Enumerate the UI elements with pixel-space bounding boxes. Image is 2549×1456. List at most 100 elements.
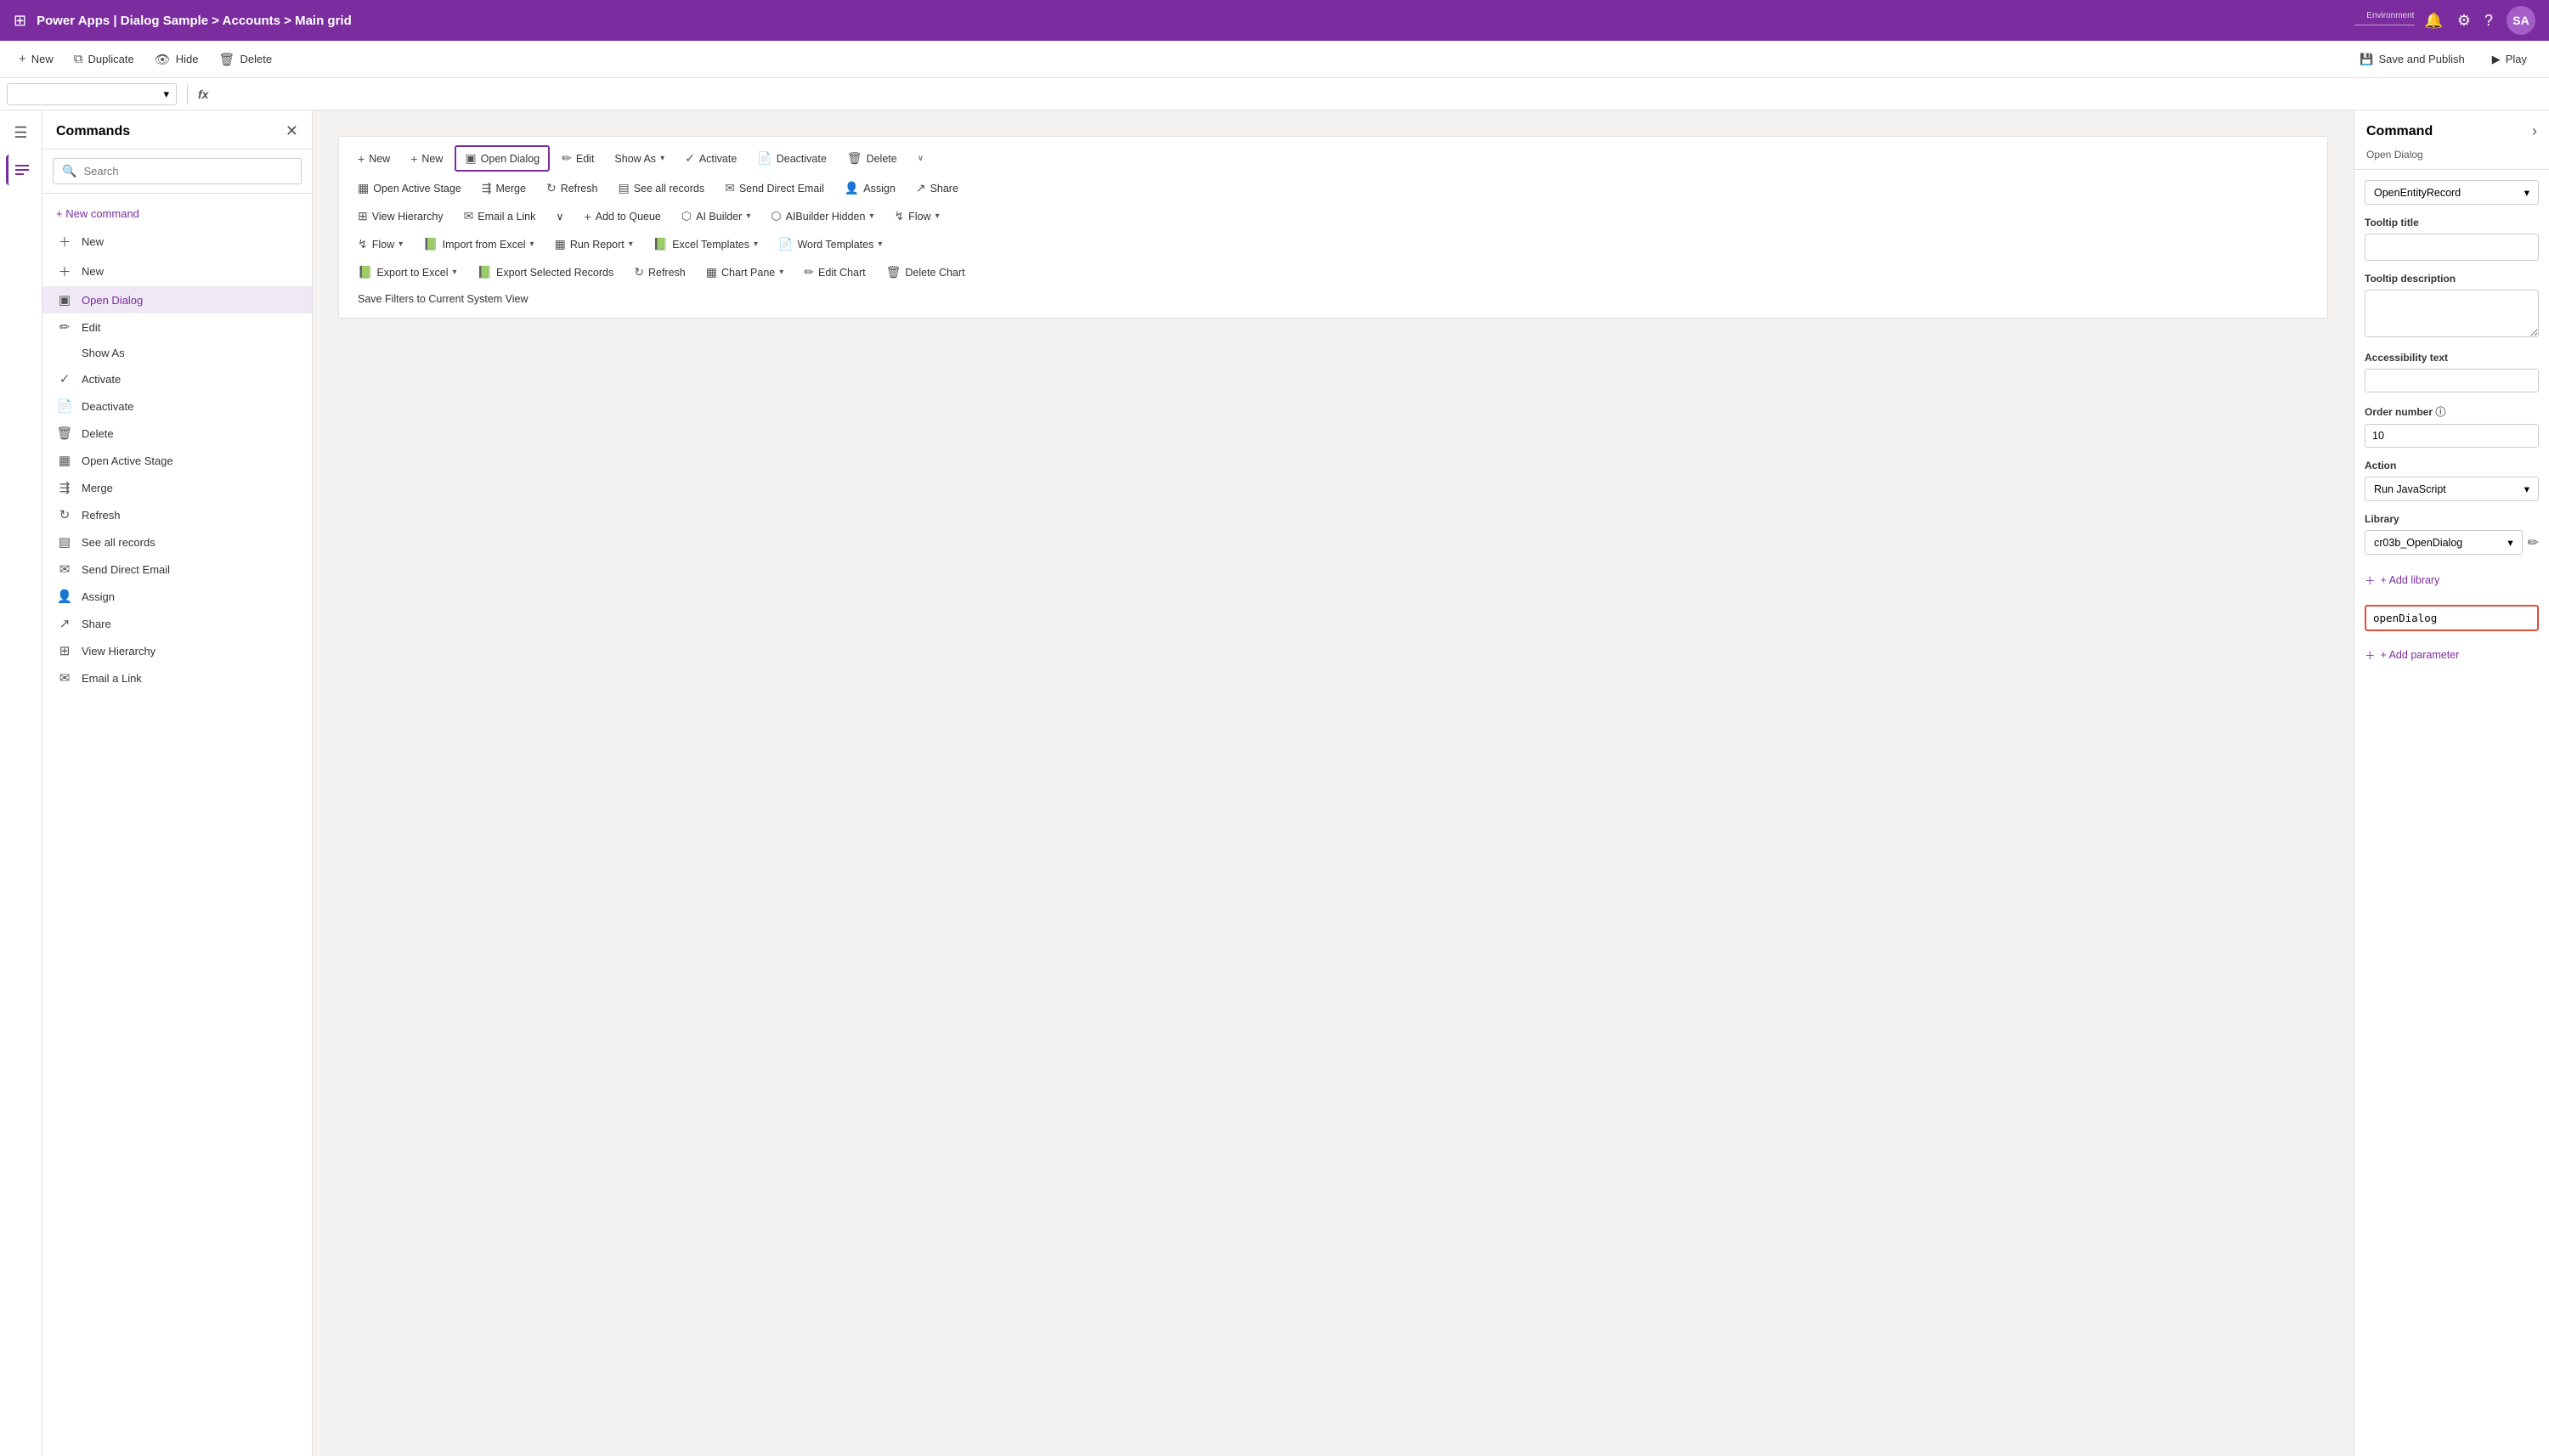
info-icon[interactable]: ⓘ [2435, 406, 2445, 418]
environment-info: Environment ——————— [2354, 11, 2414, 30]
add-parameter-button[interactable]: ＋ + Add parameter [2365, 643, 2539, 666]
ribbon-share-btn[interactable]: ↗ Share [907, 177, 967, 200]
add-library-button[interactable]: ＋ + Add library [2365, 567, 2539, 593]
ribbon-excel-templates-btn[interactable]: 📗 Excel Templates ▾ [645, 233, 766, 256]
command-ribbon: + New + New ▣ Open Dialog ✏ Edit [338, 136, 2328, 319]
notifications-icon[interactable]: 🔔 [2424, 12, 2443, 30]
sidebar-item-view-hierarchy[interactable]: ⊞ View Hierarchy [42, 637, 312, 664]
ribbon-activate-btn[interactable]: ✓ Activate [676, 147, 745, 170]
ribbon-add-to-queue-btn[interactable]: + Add to Queue [576, 206, 670, 228]
search-input[interactable] [83, 165, 292, 178]
waffle-icon[interactable]: ⊞ [14, 12, 26, 30]
ribbon-delete-btn[interactable]: 🗑 Delete [839, 147, 906, 170]
fx-icon: fx [198, 87, 208, 101]
sidebar-item-delete[interactable]: 🗑 Delete [42, 420, 312, 447]
ribbon-row-5: 📗 Export to Excel ▾ 📗 Export Selected Re… [349, 261, 2317, 284]
formula-input[interactable] [215, 84, 2542, 104]
sidebar-item-send-direct-email[interactable]: ✉ Send Direct Email [42, 556, 312, 583]
save-publish-button[interactable]: 💾 Save and Publish [2348, 48, 2476, 71]
sidebar-item-new1[interactable]: ＋ New [42, 227, 312, 257]
ribbon-show-as-btn[interactable]: Show As ▾ [606, 149, 673, 169]
plus-icon: ＋ [2365, 572, 2376, 588]
ribbon-see-all-records-btn[interactable]: ▤ See all records [609, 177, 713, 200]
ribbon-refresh-btn[interactable]: ↻ Refresh [538, 177, 607, 200]
ribbon-merge-btn[interactable]: ⇶ Merge [473, 177, 534, 200]
right-panel-header: Command › [2354, 110, 2549, 145]
ribbon-edit-btn[interactable]: ✏ Edit [553, 147, 602, 170]
ribbon-export-selected-btn[interactable]: 📗 Export Selected Records [469, 261, 623, 284]
ribbon-view-hierarchy-btn[interactable]: ⊞ View Hierarchy [349, 205, 452, 228]
ribbon-save-filters-btn[interactable]: Save Filters to Current System View [349, 289, 537, 309]
library-dropdown[interactable]: cr03b_OpenDialog ▾ [2365, 530, 2523, 555]
ribbon-open-active-stage-btn[interactable]: ▦ Open Active Stage [349, 177, 470, 200]
duplicate-button[interactable]: ⧉ Duplicate [65, 48, 143, 71]
action-dropdown[interactable]: Run JavaScript ▾ [2365, 477, 2539, 501]
function-group [2365, 605, 2539, 631]
ribbon-deactivate-btn[interactable]: 📄 Deactivate [749, 147, 835, 170]
order-number-group: Order number ⓘ [2365, 404, 2539, 448]
sidebar-item-open-active-stage[interactable]: ▦ Open Active Stage [42, 447, 312, 474]
play-button[interactable]: ▶ Play [2480, 48, 2539, 71]
delete-button[interactable]: 🗑 Delete [211, 48, 281, 71]
sidebar-item-deactivate[interactable]: 📄 Deactivate [42, 392, 312, 420]
ribbon-new-btn-1[interactable]: + New [349, 148, 398, 170]
accessibility-input[interactable] [2365, 369, 2539, 392]
assign-icon: 👤 [845, 181, 859, 195]
settings-icon[interactable]: ⚙ [2457, 12, 2471, 30]
tooltip-desc-input[interactable] [2365, 290, 2539, 337]
ribbon-more-btn-1[interactable]: ∨ [909, 150, 932, 167]
entity-record-dropdown[interactable]: OpenEntityRecord ▾ [2365, 180, 2539, 205]
ribbon-new-btn-2[interactable]: + New [402, 148, 451, 170]
function-input[interactable] [2365, 605, 2539, 631]
merge-icon: ⇶ [56, 480, 73, 495]
canvas-area: + New + New ▣ Open Dialog ✏ Edit [313, 110, 2354, 1456]
sidebar-item-activate[interactable]: ✓ Activate [42, 365, 312, 392]
hide-button[interactable]: 👁 Hide [146, 48, 207, 71]
ribbon-assign-btn[interactable]: 👤 Assign [836, 177, 904, 200]
sidebar-item-see-all-records[interactable]: ▤ See all records [42, 528, 312, 556]
ribbon-chart-pane-btn[interactable]: ▦ Chart Pane ▾ [698, 261, 793, 284]
sidebar-item-edit[interactable]: ✏ Edit [42, 313, 312, 341]
tooltip-title-input[interactable] [2365, 234, 2539, 261]
ribbon-export-excel-btn[interactable]: 📗 Export to Excel ▾ [349, 261, 466, 284]
aibuilder-icon: ⬡ [681, 209, 692, 223]
ribbon-row-3: ⊞ View Hierarchy ✉ Email a Link ∨ + Add … [349, 205, 2317, 228]
ribbon-chevron-r3[interactable]: ∨ [547, 206, 572, 227]
nav-commands-icon[interactable] [6, 155, 37, 185]
user-avatar[interactable]: SA [2507, 6, 2535, 35]
ribbon-email-a-link-btn[interactable]: ✉ Email a Link [455, 205, 545, 228]
new-command-button[interactable]: + New command [42, 200, 312, 227]
sidebar-item-show-as[interactable]: Show As [42, 341, 312, 365]
ribbon-delete-chart-btn[interactable]: 🗑 Delete Chart [878, 261, 974, 284]
formula-dropdown[interactable]: ▾ [7, 83, 177, 105]
search-icon: 🔍 [62, 164, 76, 178]
excel-templates-icon: 📗 [653, 237, 668, 251]
sidebar-item-merge[interactable]: ⇶ Merge [42, 474, 312, 501]
ribbon-word-templates-btn[interactable]: 📄 Word Templates ▾ [770, 233, 890, 256]
ribbon-run-report-btn[interactable]: ▦ Run Report ▾ [546, 233, 641, 256]
sidebar-item-open-dialog[interactable]: ▣ Open Dialog ••• [42, 286, 312, 313]
ribbon-edit-chart-btn[interactable]: ✏ Edit Chart [795, 261, 873, 284]
chevron-down-icon: ▾ [2524, 483, 2529, 495]
nav-menu-icon[interactable]: ☰ [6, 117, 37, 148]
right-panel-expand-icon[interactable]: › [2532, 122, 2537, 140]
ribbon-flow-btn-r3[interactable]: ↯ Flow ▾ [885, 205, 947, 228]
ribbon-open-dialog-btn[interactable]: ▣ Open Dialog [455, 145, 550, 172]
new-button[interactable]: + New [10, 48, 62, 71]
ribbon-ai-builder-btn[interactable]: ⬡ AI Builder ▾ [673, 205, 759, 228]
library-edit-icon[interactable]: ✏ [2528, 534, 2539, 551]
ribbon-import-excel-btn[interactable]: 📗 Import from Excel ▾ [415, 233, 542, 256]
sidebar-item-refresh[interactable]: ↻ Refresh [42, 501, 312, 528]
ribbon-flow-btn-r4[interactable]: ↯ Flow ▾ [349, 233, 411, 256]
sidebar-item-new2[interactable]: ＋ New [42, 257, 312, 286]
ribbon-refresh-r5-btn[interactable]: ↻ Refresh [625, 261, 694, 284]
sidebar-item-share[interactable]: ↗ Share [42, 610, 312, 637]
ribbon-aibuilder-hidden-btn[interactable]: ⬡ AIBuilder Hidden ▾ [762, 205, 882, 228]
sidebar-item-email-a-link[interactable]: ✉ Email a Link [42, 664, 312, 691]
edit-icon: ✏ [56, 319, 73, 335]
sidebar-item-assign[interactable]: 👤 Assign [42, 583, 312, 610]
order-number-input[interactable] [2365, 424, 2539, 448]
ribbon-send-direct-email-btn[interactable]: ✉ Send Direct Email [716, 177, 833, 200]
help-icon[interactable]: ? [2484, 12, 2493, 30]
sidebar-close-button[interactable]: ✕ [285, 122, 298, 140]
